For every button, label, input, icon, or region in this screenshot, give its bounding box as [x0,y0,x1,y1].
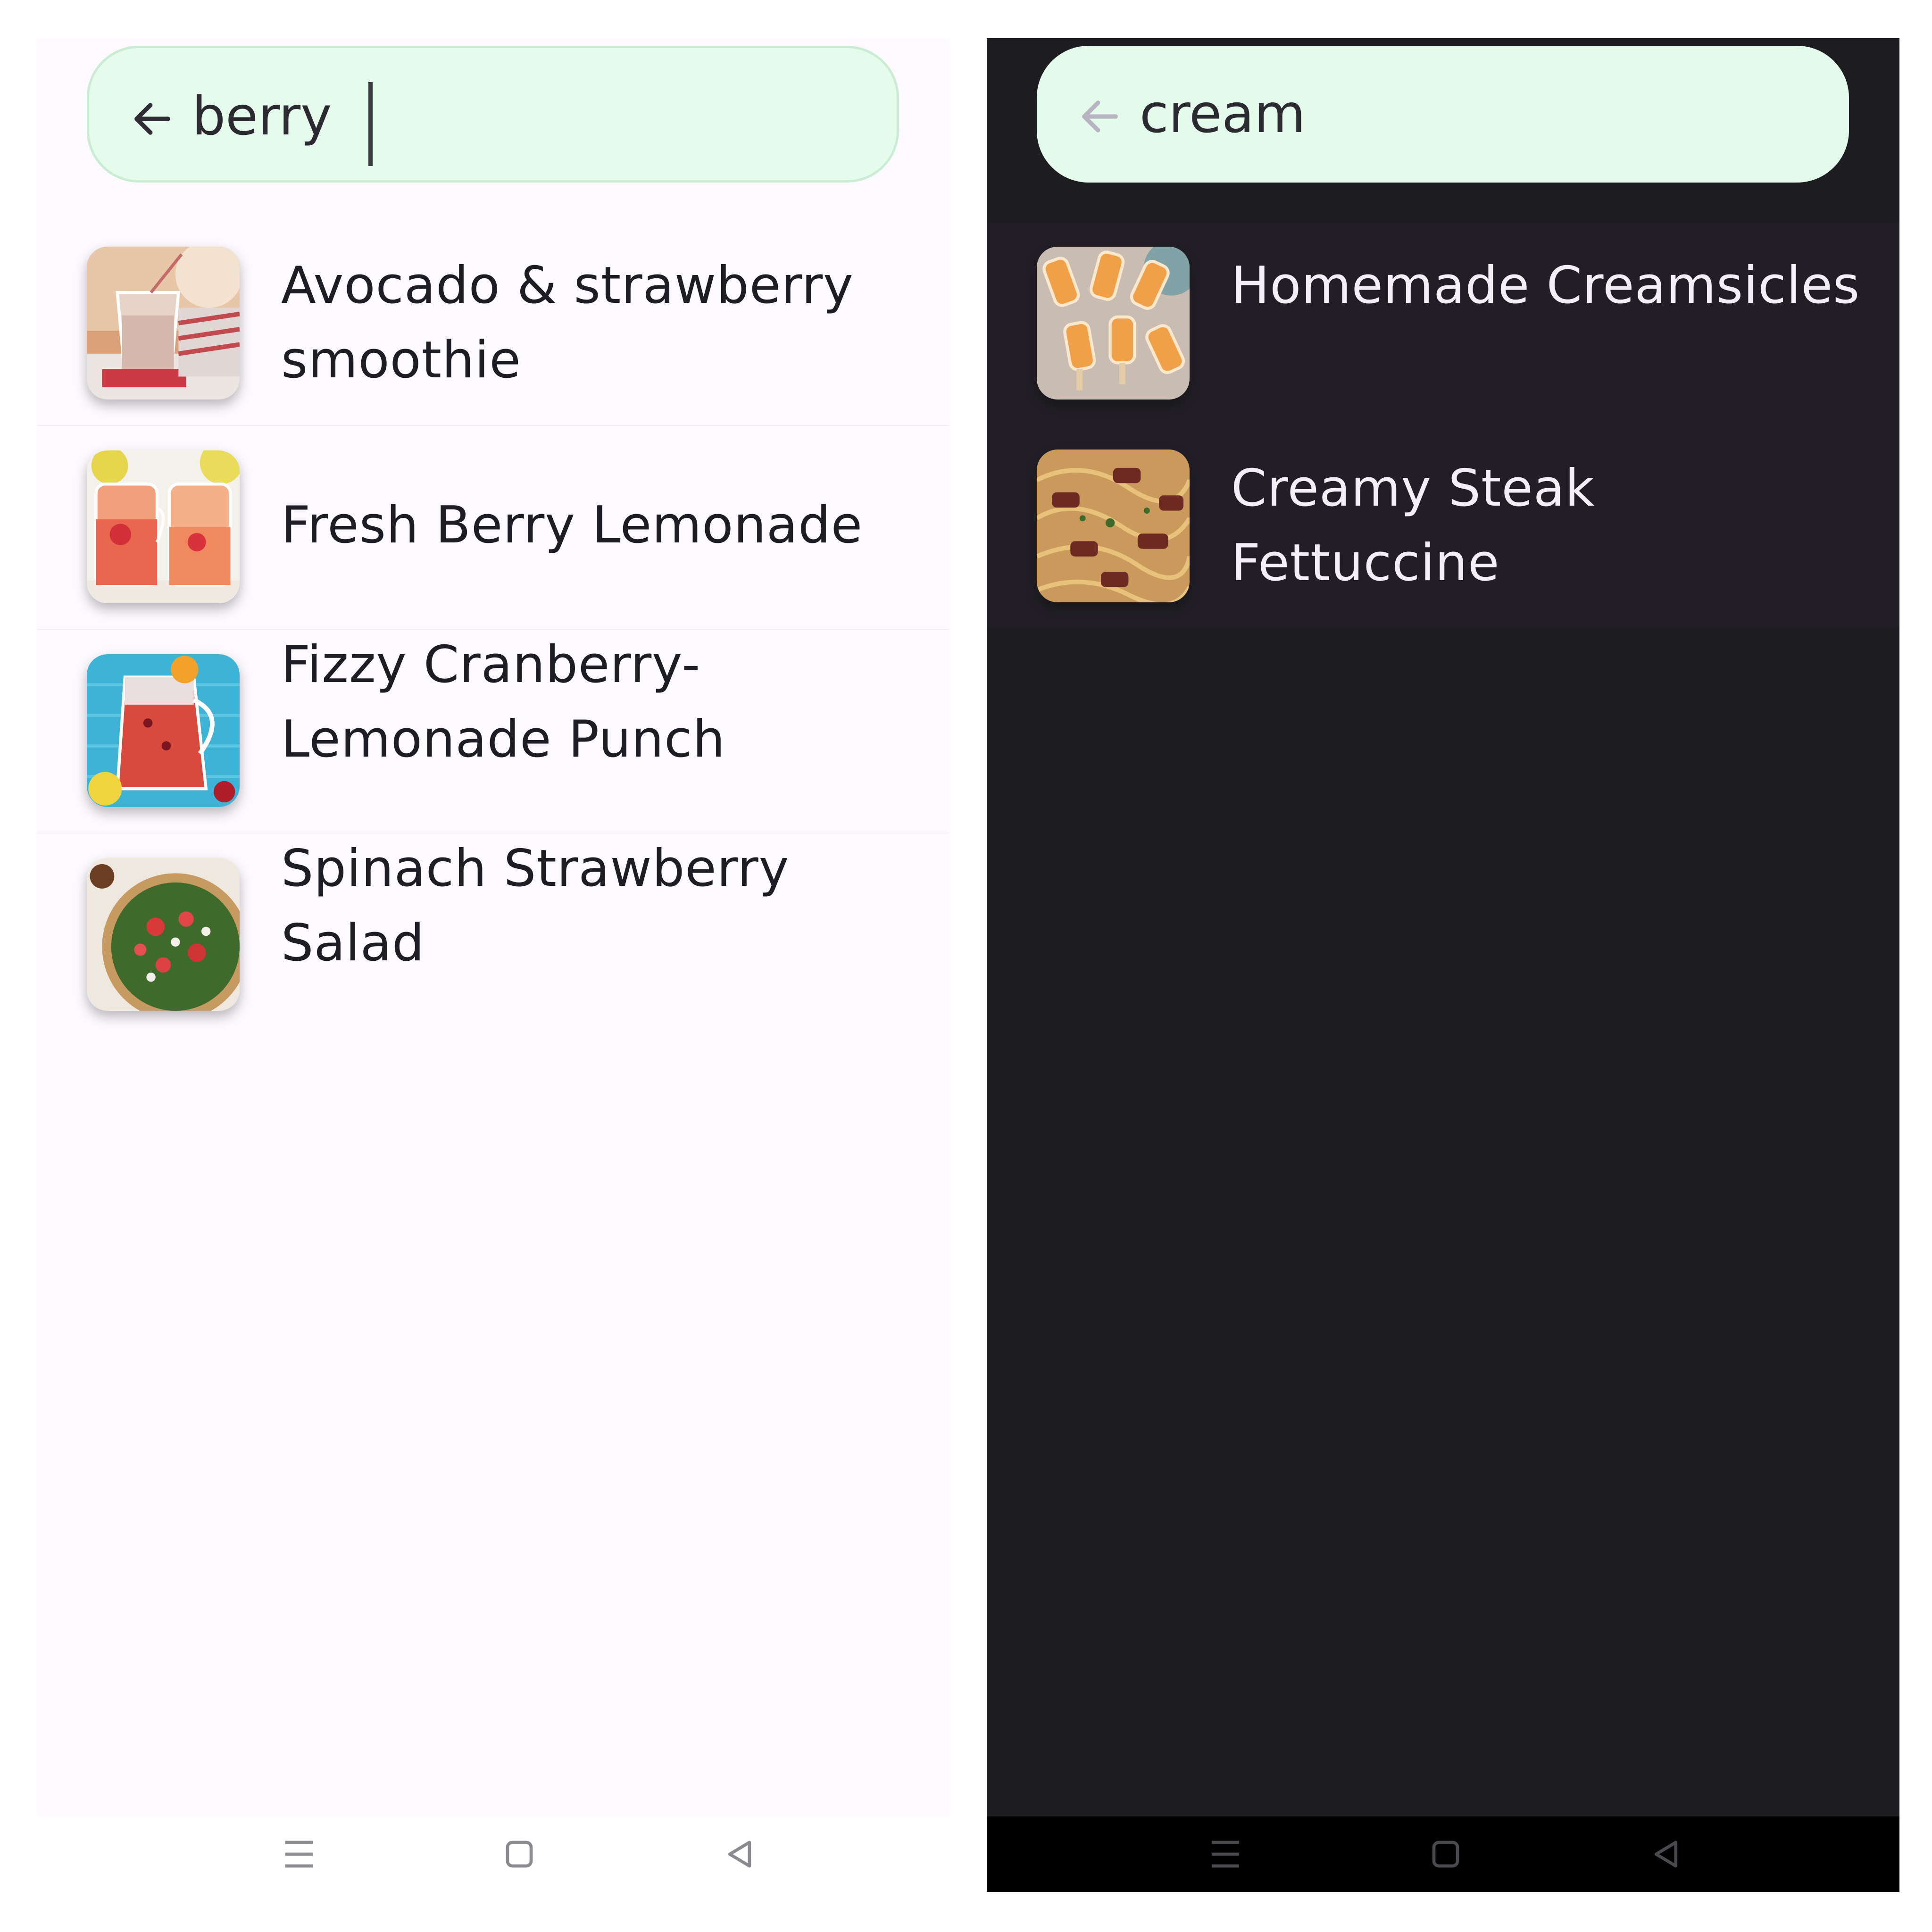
screenshot-comparison: berry Avocado & strawberry smoothie Fres… [0,0,1932,1932]
smoothie-photo [87,247,240,400]
list-item[interactable]: Homemade Creamsicles [987,222,1899,425]
system-navigation-bar [37,1816,949,1892]
list-item[interactable]: Avocado & strawberry smoothie [37,222,949,425]
cranberry-punch-pitcher-photo [87,654,240,807]
search-input[interactable]: berry [192,86,332,157]
recipe-title: Spinach Strawberry Salad [281,839,790,973]
home-icon[interactable] [1422,1831,1469,1878]
search-input[interactable]: cream [1140,83,1306,154]
search-bar[interactable]: cream [1037,46,1849,183]
lemonade-jars-photo [87,450,240,603]
recipe-title: Homemade Creamsicles [1231,256,1860,315]
search-results-list: Homemade Creamsicles Creamy Steak Fettuc… [987,222,1899,628]
recipe-title: Avocado & strawberry smoothie [281,256,854,390]
recents-icon[interactable] [1202,1831,1249,1878]
steak-fettuccine-photo [1037,450,1190,602]
recipe-title: Fresh Berry Lemonade [281,496,863,555]
dark-search-screen: cream Homemade Creamsicles Creamy Steak … [987,38,1899,1892]
home-icon[interactable] [496,1831,543,1878]
list-item[interactable]: Fizzy Cranberry-Lemonade Punch [37,629,949,833]
back-icon[interactable] [716,1831,763,1878]
creamsicle-popsicles-photo [1037,247,1190,400]
search-bar[interactable]: berry [87,46,899,183]
system-navigation-bar [987,1816,1899,1892]
arrow-left-icon[interactable] [129,95,176,142]
recipe-title: Fizzy Cranberry-Lemonade Punch [281,635,725,769]
text-cursor [368,82,373,166]
recents-icon[interactable] [275,1831,323,1878]
recipe-title: Creamy Steak Fettuccine [1231,459,1595,592]
list-item[interactable]: Fresh Berry Lemonade [37,425,949,629]
arrow-left-icon[interactable] [1076,93,1124,140]
strawberry-spinach-salad-photo [87,858,240,1011]
search-results-list: Avocado & strawberry smoothie Fresh Berr… [37,222,949,1036]
back-icon[interactable] [1642,1831,1690,1878]
list-item[interactable]: Creamy Steak Fettuccine [987,425,1899,628]
light-search-screen: berry Avocado & strawberry smoothie Fres… [37,38,949,1892]
list-item[interactable]: Spinach Strawberry Salad [37,833,949,1036]
